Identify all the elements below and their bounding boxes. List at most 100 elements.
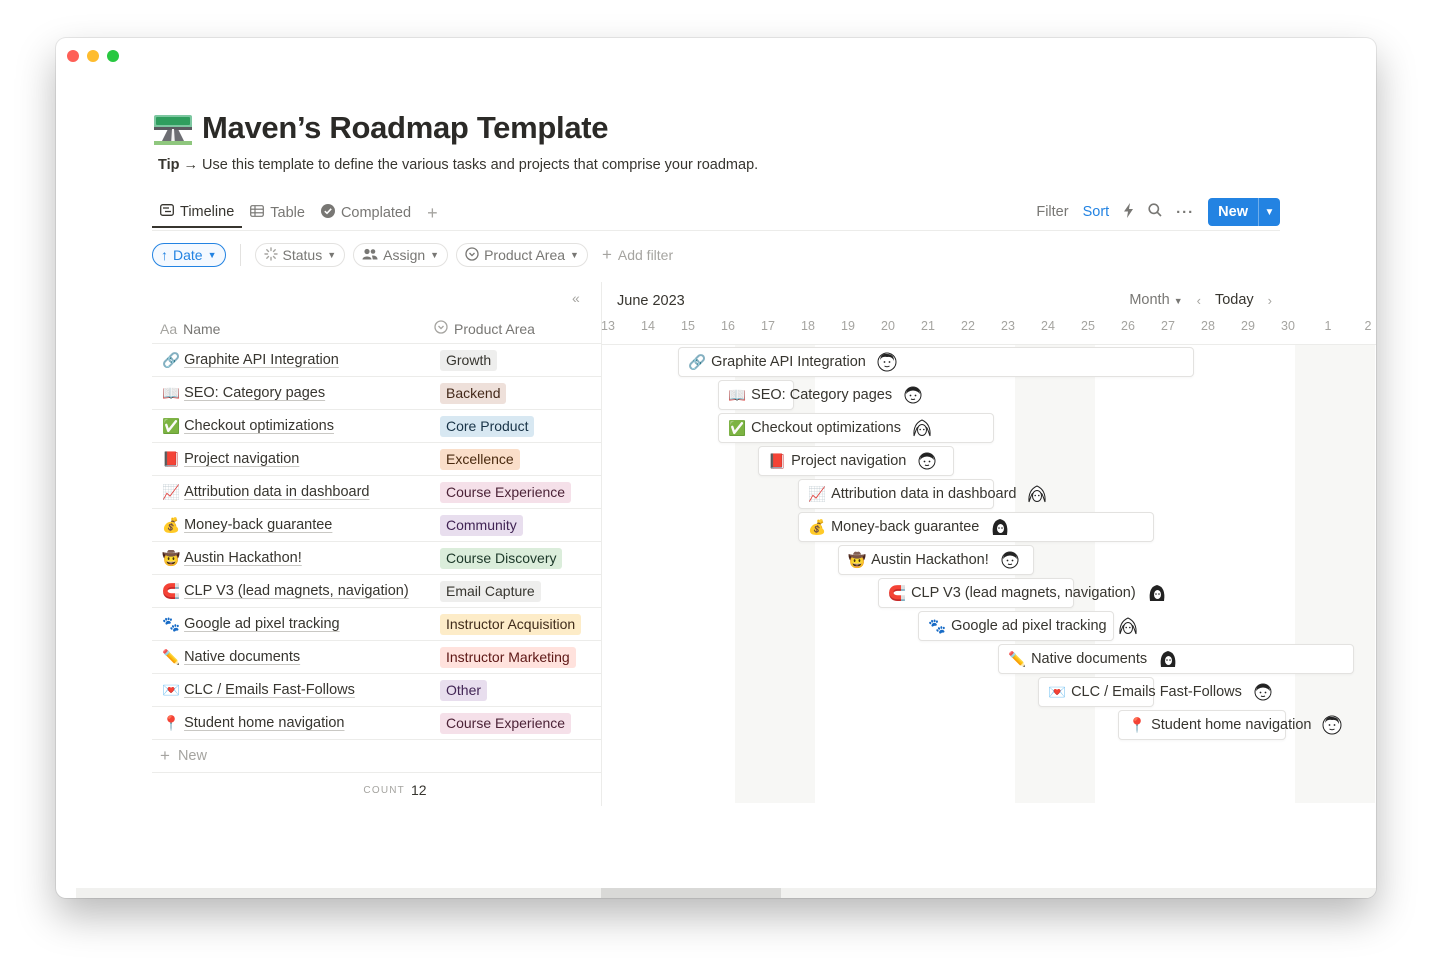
product-area-cell[interactable]: Instructor Acquisition [434, 613, 602, 635]
product-area-cell[interactable]: Email Capture [434, 580, 602, 602]
add-filter-button[interactable]: + Add filter [596, 245, 679, 265]
timeline-bar-label[interactable]: 💌 CLC / Emails Fast-Follows [1038, 677, 1273, 707]
tab-timeline[interactable]: Timeline [152, 198, 243, 228]
assignee-avatar[interactable] [990, 517, 1010, 537]
row-name[interactable]: Student home navigation [184, 715, 344, 731]
table-row[interactable]: ✅ Checkout optimizations Core Product [152, 410, 602, 443]
row-name[interactable]: SEO: Category pages [184, 385, 325, 401]
zoom-window-button[interactable] [107, 50, 119, 62]
row-name[interactable]: Google ad pixel tracking [184, 616, 340, 632]
table-row[interactable]: 📖 SEO: Category pages Backend [152, 377, 602, 410]
product-area-filter-chip[interactable]: Product Area ▼ [456, 243, 588, 267]
assignee-avatar[interactable] [1253, 682, 1273, 702]
timeline-scale-select[interactable]: Month ▼ [1129, 292, 1182, 308]
motorway-icon[interactable] [154, 111, 192, 145]
table-row[interactable]: 📈 Attribution data in dashboard Course Exp… [152, 476, 602, 509]
row-name[interactable]: Project navigation [184, 451, 299, 467]
table-row[interactable]: 📍 Student home navigation Course Experienc… [152, 707, 602, 740]
row-name[interactable]: Native documents [184, 649, 300, 665]
new-button-label[interactable]: New [1208, 198, 1258, 226]
assignee-avatar[interactable] [877, 352, 897, 372]
table-row[interactable]: 🤠 Austin Hackathon! Course Discovery [152, 542, 602, 575]
timeline-bar-label[interactable]: 💰 Money-back guarantee [798, 512, 1010, 542]
horizontal-scrollbar-thumb[interactable] [601, 888, 781, 898]
name-cell[interactable]: 🔗 Graphite API Integration [152, 352, 434, 369]
name-cell[interactable]: ✅ Checkout optimizations [152, 418, 434, 435]
product-area-cell[interactable]: Excellence [434, 448, 602, 470]
table-row[interactable]: 🐾 Google ad pixel tracking Instructor Acqu… [152, 608, 602, 641]
assignee-avatar[interactable] [1027, 484, 1047, 504]
name-cell[interactable]: 🤠 Austin Hackathon! [152, 550, 434, 567]
assignee-avatar[interactable] [903, 385, 923, 405]
row-name[interactable]: Attribution data in dashboard [184, 484, 369, 500]
minimize-window-button[interactable] [87, 50, 99, 62]
row-name[interactable]: Money-back guarantee [184, 517, 332, 533]
table-row[interactable]: 💌 CLC / Emails Fast-Follows Other [152, 674, 602, 707]
timeline-bar-label[interactable]: 🧲 CLP V3 (lead magnets, navigation) [878, 578, 1167, 608]
assignee-avatar[interactable] [912, 418, 932, 438]
assignee-avatar[interactable] [1147, 583, 1167, 603]
row-name[interactable]: CLC / Emails Fast-Follows [184, 682, 355, 698]
assignee-avatar[interactable] [1000, 550, 1020, 570]
timeline-bar-label[interactable]: ✅ Checkout optimizations [718, 413, 932, 443]
tab-completed[interactable]: Compl­ated [313, 198, 419, 228]
name-cell[interactable]: 🐾 Google ad pixel tracking [152, 616, 434, 633]
name-cell[interactable]: 📕 Project navigation [152, 451, 434, 468]
search-icon[interactable] [1148, 203, 1162, 221]
product-area-cell[interactable]: Instructor Marketing [434, 646, 602, 668]
table-row[interactable]: 💰 Money-back guarantee Community [152, 509, 602, 542]
count-footer[interactable]: COUNT 12 [152, 773, 602, 807]
table-row[interactable]: 📕 Project navigation Excellence [152, 443, 602, 476]
name-cell[interactable]: 📍 Student home navigation [152, 715, 434, 732]
timeline-bar-label[interactable]: 📖 SEO: Category pages [718, 380, 923, 410]
tab-table[interactable]: Table [242, 198, 313, 228]
name-cell[interactable]: 📈 Attribution data in dashboard [152, 484, 434, 501]
collapse-table-icon[interactable]: « [572, 290, 580, 306]
new-button[interactable]: New ▼ [1208, 198, 1280, 226]
assignee-avatar[interactable] [1118, 616, 1138, 636]
timeline-bar-label[interactable]: 📍 Student home navigation [1118, 710, 1342, 740]
name-cell[interactable]: 💌 CLC / Emails Fast-Follows [152, 682, 434, 699]
date-sort-chip[interactable]: ↑ Date ▼ [152, 243, 226, 267]
assignee-avatar[interactable] [1158, 649, 1178, 669]
product-area-cell[interactable]: Other [434, 679, 602, 701]
name-cell[interactable]: 🧲 CLP V3 (lead magnets, navigation) [152, 583, 434, 600]
chevron-down-icon[interactable]: ▼ [1258, 198, 1280, 226]
name-cell[interactable]: ✏️ Native documents [152, 649, 434, 666]
assign-filter-chip[interactable]: Assign ▼ [353, 243, 449, 267]
name-cell[interactable]: 📖 SEO: Category pages [152, 385, 434, 402]
timeline-bar-label[interactable]: 🤠 Austin Hackathon! [838, 545, 1020, 575]
product-area-cell[interactable]: Core Product [434, 415, 602, 437]
assignee-avatar[interactable] [1322, 715, 1342, 735]
row-name[interactable]: Graphite API Integration [184, 352, 339, 368]
product-area-cell[interactable]: Backend [434, 382, 602, 404]
table-row[interactable]: 🔗 Graphite API Integration Growth [152, 344, 602, 377]
product-area-cell[interactable]: Course Experience [434, 712, 602, 734]
close-window-button[interactable] [67, 50, 79, 62]
timeline-bar-label[interactable]: 🔗 Graphite API Integration [678, 347, 897, 377]
table-row[interactable]: 🧲 CLP V3 (lead magnets, navigation) Email … [152, 575, 602, 608]
today-button[interactable]: Today [1215, 292, 1254, 308]
chevron-right-icon[interactable]: › [1268, 293, 1272, 308]
name-column-header[interactable]: Aa Name [152, 321, 434, 337]
lightning-icon[interactable] [1123, 202, 1134, 222]
filter-button[interactable]: Filter [1036, 204, 1068, 220]
new-row-button[interactable]: + New [152, 740, 602, 773]
name-cell[interactable]: 💰 Money-back guarantee [152, 517, 434, 534]
row-name[interactable]: CLP V3 (lead magnets, navigation) [184, 583, 409, 599]
timeline-bar-label[interactable]: ✏️ Native documents [998, 644, 1178, 674]
sort-button[interactable]: Sort [1083, 204, 1110, 220]
status-filter-chip[interactable]: Status ▼ [254, 243, 346, 267]
table-row[interactable]: ✏️ Native documents Instructor Marketing [152, 641, 602, 674]
product-area-cell[interactable]: Course Discovery [434, 547, 602, 569]
add-view-icon[interactable]: + [419, 198, 446, 228]
product-area-cell[interactable]: Community [434, 514, 602, 536]
more-options-icon[interactable]: ··· [1176, 204, 1194, 221]
timeline-bar-label[interactable]: 📈 Attribution data in dashboard [798, 479, 1047, 509]
assignee-avatar[interactable] [917, 451, 937, 471]
row-name[interactable]: Austin Hackathon! [184, 550, 302, 566]
chevron-left-icon[interactable]: ‹ [1197, 293, 1201, 308]
timeline-bar-label[interactable]: 📕 Project navigation [758, 446, 937, 476]
row-name[interactable]: Checkout optimizations [184, 418, 334, 434]
product-area-column-header[interactable]: Product Area [434, 320, 602, 337]
